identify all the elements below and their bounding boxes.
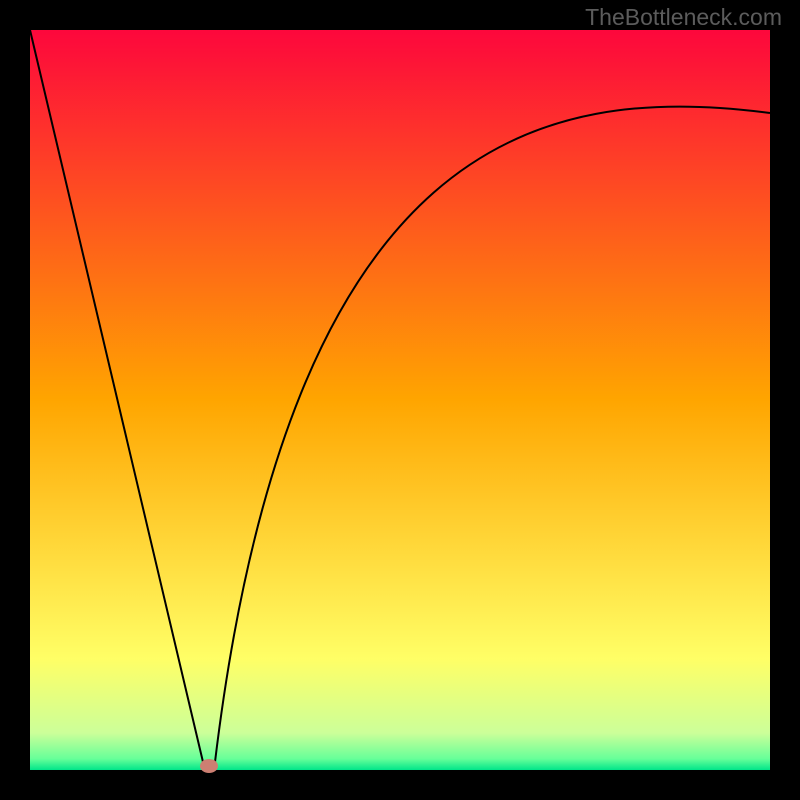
watermark-text: TheBottleneck.com	[585, 4, 782, 31]
plot-area	[30, 30, 770, 770]
plot-svg	[0, 0, 800, 800]
minimum-point-marker	[200, 759, 218, 773]
chart-frame: { "watermark": "TheBottleneck.com", "cha…	[0, 0, 800, 800]
